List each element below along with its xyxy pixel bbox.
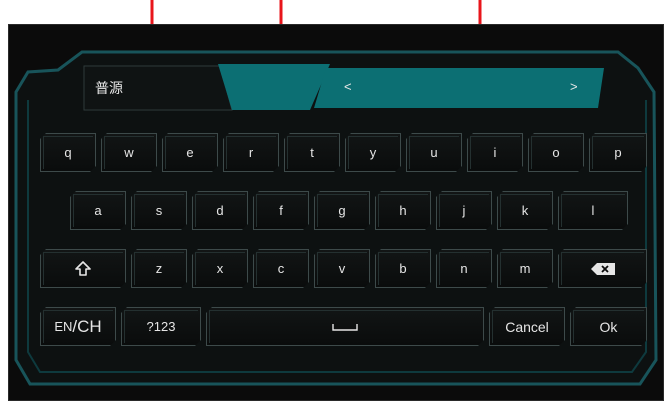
key-o[interactable]: o: [528, 133, 584, 172]
key-j[interactable]: j: [436, 191, 492, 230]
backspace-key[interactable]: [558, 249, 647, 288]
key-label: g: [338, 203, 346, 218]
key-y[interactable]: y: [345, 133, 401, 172]
key-label: z: [155, 261, 163, 276]
key-label: i: [493, 145, 497, 160]
cancel-label: Cancel: [505, 318, 549, 335]
backspace-icon: [591, 263, 615, 275]
key-k[interactable]: k: [497, 191, 553, 230]
numeric-label: ?123: [146, 319, 176, 334]
key-q[interactable]: q: [40, 133, 96, 172]
key-label: a: [94, 203, 102, 218]
key-label: c: [277, 261, 285, 276]
key-b[interactable]: b: [375, 249, 431, 288]
key-p[interactable]: p: [589, 133, 647, 172]
key-label: p: [614, 145, 622, 160]
key-r[interactable]: r: [223, 133, 279, 172]
space-key[interactable]: [206, 307, 484, 346]
key-f[interactable]: f: [253, 191, 309, 230]
key-label: d: [216, 203, 224, 218]
key-x[interactable]: x: [192, 249, 248, 288]
key-label: h: [399, 203, 407, 218]
space-icon: [332, 323, 358, 331]
key-label: q: [64, 145, 72, 160]
key-w[interactable]: w: [101, 133, 157, 172]
key-label: t: [310, 145, 314, 160]
key-l[interactable]: l: [558, 191, 628, 230]
key-label: o: [552, 145, 560, 160]
key-label: m: [519, 261, 531, 276]
cancel-button[interactable]: Cancel: [489, 307, 565, 346]
key-g[interactable]: g: [314, 191, 370, 230]
key-label: e: [186, 145, 194, 160]
key-z[interactable]: z: [131, 249, 187, 288]
key-label: j: [462, 203, 466, 218]
key-label: u: [430, 145, 438, 160]
ok-button[interactable]: Ok: [570, 307, 647, 346]
lang-ch-label: CH: [77, 316, 102, 336]
input-text: 普源: [95, 81, 123, 97]
numeric-mode-button[interactable]: ?123: [121, 307, 201, 346]
lang-en-label: EN: [54, 319, 73, 334]
key-label: w: [124, 145, 134, 160]
key-m[interactable]: m: [497, 249, 553, 288]
key-label: y: [369, 145, 377, 160]
key-label: s: [155, 203, 163, 218]
language-toggle-button[interactable]: EN / CH: [40, 307, 116, 346]
key-e[interactable]: e: [162, 133, 218, 172]
candidate-next-button[interactable]: >: [570, 79, 578, 94]
key-label: r: [248, 145, 254, 160]
key-label: l: [591, 203, 595, 218]
ok-label: Ok: [599, 318, 618, 335]
candidate-bar: [314, 68, 604, 108]
key-label: v: [338, 261, 346, 276]
shift-key[interactable]: [40, 249, 126, 288]
candidate-prev-button[interactable]: <: [344, 79, 352, 94]
key-c[interactable]: c: [253, 249, 309, 288]
key-label: f: [279, 203, 283, 218]
key-a[interactable]: a: [70, 191, 126, 230]
key-v[interactable]: v: [314, 249, 370, 288]
shift-icon: [75, 261, 91, 277]
key-t[interactable]: t: [284, 133, 340, 172]
key-label: n: [460, 261, 468, 276]
key-d[interactable]: d: [192, 191, 248, 230]
key-i[interactable]: i: [467, 133, 523, 172]
key-label: x: [216, 261, 224, 276]
key-s[interactable]: s: [131, 191, 187, 230]
key-u[interactable]: u: [406, 133, 462, 172]
key-n[interactable]: n: [436, 249, 492, 288]
key-h[interactable]: h: [375, 191, 431, 230]
key-label: k: [521, 203, 529, 218]
key-label: b: [399, 261, 407, 276]
